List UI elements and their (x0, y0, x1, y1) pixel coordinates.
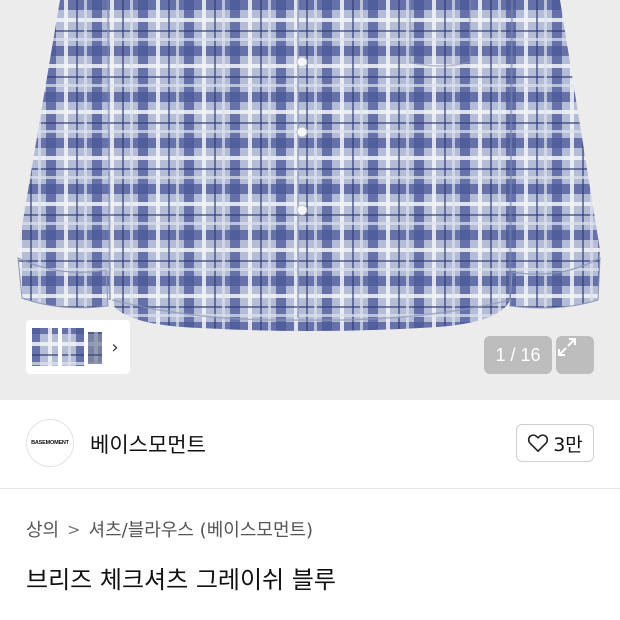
expand-icon (558, 338, 576, 356)
breadcrumb-separator: > (67, 519, 81, 539)
thumbnail-images[interactable] (30, 324, 104, 370)
breadcrumb-subcategory[interactable]: 셔츠/블라우스 (베이스모먼트) (89, 516, 314, 542)
chevron-right-icon[interactable]: › (104, 337, 126, 358)
thumbnail-strip[interactable]: › (26, 320, 130, 374)
expand-button[interactable] (556, 336, 594, 374)
brand-row[interactable]: BASEMOMENT 베이스모먼트 3만 (0, 400, 620, 489)
heart-outline-icon (528, 434, 549, 452)
breadcrumb: 상의 > 셔츠/블라우스 (베이스모먼트) (26, 516, 313, 542)
product-image-gallery[interactable]: › 1 / 16 (0, 0, 620, 400)
like-button[interactable]: 3만 (516, 424, 594, 462)
brand-name[interactable]: 베이스모먼트 (90, 429, 206, 459)
like-count: 3만 (553, 433, 583, 456)
product-title: 브리즈 체크셔츠 그레이쉬 블루 (26, 566, 336, 594)
breadcrumb-category[interactable]: 상의 (26, 516, 59, 542)
image-page-counter: 1 / 16 (484, 336, 552, 374)
brand-logo[interactable]: BASEMOMENT (26, 419, 74, 467)
